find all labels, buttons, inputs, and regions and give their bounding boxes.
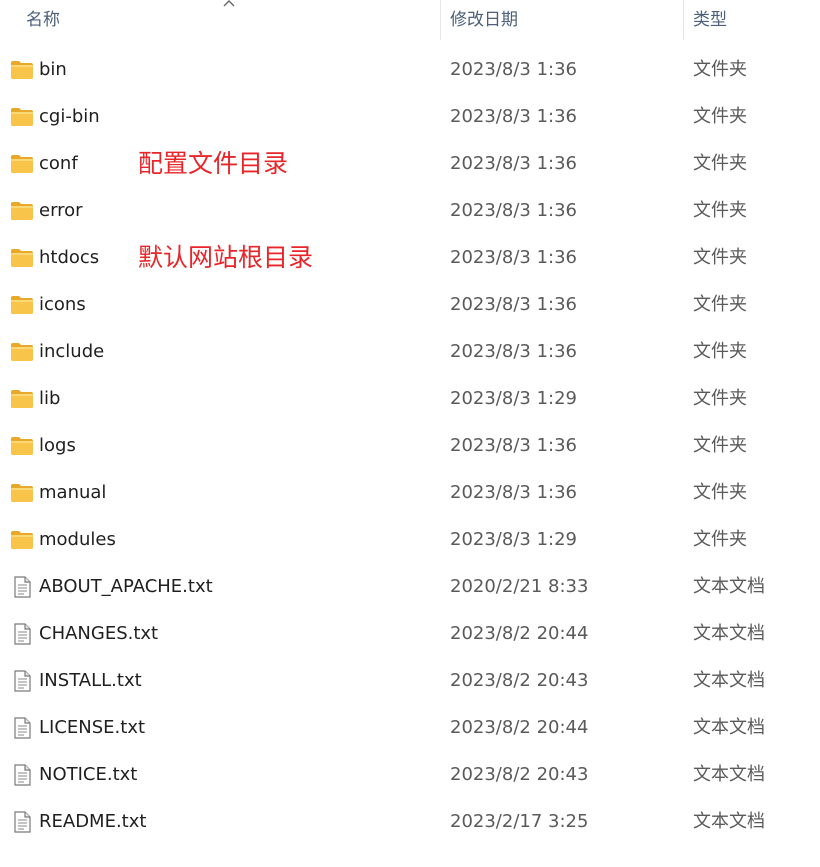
- file-row[interactable]: CHANGES.txt 2023/8/2 20:44 文本文档: [0, 610, 820, 657]
- folder-icon: [10, 341, 34, 363]
- sort-ascending-icon[interactable]: [222, 0, 236, 9]
- file-modified-date: 2023/8/3 1:29: [450, 388, 577, 409]
- file-name[interactable]: manual: [39, 469, 106, 516]
- file-name[interactable]: INSTALL.txt: [39, 657, 142, 704]
- file-type: 文件夹: [693, 106, 747, 127]
- file-row[interactable]: NOTICE.txt 2023/8/2 20:43 文本文档: [0, 751, 820, 798]
- file-modified-date: 2023/8/2 20:44: [450, 717, 589, 738]
- file-row[interactable]: icons 2023/8/3 1:36 文件夹: [0, 281, 820, 328]
- file-modified-date: 2023/8/3 1:36: [450, 341, 577, 362]
- column-header-name[interactable]: 名称: [26, 0, 60, 40]
- file-row[interactable]: ABOUT_APACHE.txt 2020/2/21 8:33 文本文档: [0, 563, 820, 610]
- file-modified-date: 2023/8/3 1:36: [450, 153, 577, 174]
- folder-icon: [10, 294, 34, 316]
- file-name[interactable]: modules: [39, 516, 116, 563]
- text-file-icon: [10, 717, 34, 739]
- file-name[interactable]: icons: [39, 281, 86, 328]
- file-modified-date: 2023/8/3 1:29: [450, 529, 577, 550]
- file-type: 文件夹: [693, 482, 747, 503]
- file-row[interactable]: cgi-bin 2023/8/3 1:36 文件夹: [0, 93, 820, 140]
- column-header-date[interactable]: 修改日期: [450, 0, 518, 40]
- file-row[interactable]: README.txt 2023/2/17 3:25 文本文档: [0, 798, 820, 845]
- file-type: 文件夹: [693, 247, 747, 268]
- folder-icon: [10, 529, 34, 551]
- file-name[interactable]: README.txt: [39, 798, 146, 845]
- folder-icon: [10, 482, 34, 504]
- file-name[interactable]: htdocs: [39, 234, 99, 281]
- file-type: 文件夹: [693, 341, 747, 362]
- file-modified-date: 2023/8/3 1:36: [450, 294, 577, 315]
- file-modified-date: 2023/8/3 1:36: [450, 200, 577, 221]
- file-type: 文件夹: [693, 59, 747, 80]
- file-type: 文件夹: [693, 200, 747, 221]
- file-type: 文本文档: [693, 670, 765, 691]
- file-modified-date: 2023/8/3 1:36: [450, 435, 577, 456]
- file-modified-date: 2023/8/2 20:43: [450, 764, 589, 785]
- column-divider[interactable]: [683, 0, 684, 40]
- text-file-icon: [10, 623, 34, 645]
- annotation-label: 默认网站根目录: [138, 243, 314, 272]
- file-type: 文本文档: [693, 717, 765, 738]
- file-list: bin 2023/8/3 1:36 文件夹 cgi-bin 2023/8/3 1:36 文…: [0, 46, 820, 845]
- column-header-bar: 名称 修改日期 类型: [0, 0, 820, 40]
- file-modified-date: 2020/2/21 8:33: [450, 576, 589, 597]
- file-type: 文本文档: [693, 764, 765, 785]
- text-file-icon: [10, 764, 34, 786]
- file-row[interactable]: error 2023/8/3 1:36 文件夹: [0, 187, 820, 234]
- file-type: 文本文档: [693, 623, 765, 644]
- file-type: 文本文档: [693, 576, 765, 597]
- file-row[interactable]: logs 2023/8/3 1:36 文件夹: [0, 422, 820, 469]
- file-row[interactable]: modules 2023/8/3 1:29 文件夹: [0, 516, 820, 563]
- file-modified-date: 2023/8/3 1:36: [450, 482, 577, 503]
- file-row[interactable]: conf 配置文件目录 2023/8/3 1:36 文件夹: [0, 140, 820, 187]
- file-type: 文件夹: [693, 435, 747, 456]
- folder-icon: [10, 200, 34, 222]
- file-row[interactable]: INSTALL.txt 2023/8/2 20:43 文本文档: [0, 657, 820, 704]
- file-name[interactable]: bin: [39, 46, 67, 93]
- file-name[interactable]: error: [39, 187, 83, 234]
- folder-icon: [10, 388, 34, 410]
- file-modified-date: 2023/8/3 1:36: [450, 106, 577, 127]
- text-file-icon: [10, 576, 34, 598]
- file-row[interactable]: htdocs 默认网站根目录 2023/8/3 1:36 文件夹: [0, 234, 820, 281]
- text-file-icon: [10, 670, 34, 692]
- folder-icon: [10, 435, 34, 457]
- file-name[interactable]: conf: [39, 140, 78, 187]
- file-type: 文本文档: [693, 811, 765, 832]
- file-row[interactable]: include 2023/8/3 1:36 文件夹: [0, 328, 820, 375]
- text-file-icon: [10, 811, 34, 833]
- file-modified-date: 2023/2/17 3:25: [450, 811, 589, 832]
- column-header-type[interactable]: 类型: [693, 0, 727, 40]
- file-name[interactable]: cgi-bin: [39, 93, 100, 140]
- column-divider[interactable]: [440, 0, 441, 40]
- file-type: 文件夹: [693, 153, 747, 174]
- folder-icon: [10, 106, 34, 128]
- file-modified-date: 2023/8/3 1:36: [450, 59, 577, 80]
- file-name[interactable]: LICENSE.txt: [39, 704, 145, 751]
- file-name[interactable]: lib: [39, 375, 60, 422]
- file-row[interactable]: LICENSE.txt 2023/8/2 20:44 文本文档: [0, 704, 820, 751]
- file-type: 文件夹: [693, 388, 747, 409]
- folder-icon: [10, 247, 34, 269]
- file-row[interactable]: bin 2023/8/3 1:36 文件夹: [0, 46, 820, 93]
- file-name[interactable]: ABOUT_APACHE.txt: [39, 563, 213, 610]
- file-name[interactable]: logs: [39, 422, 76, 469]
- file-row[interactable]: manual 2023/8/3 1:36 文件夹: [0, 469, 820, 516]
- file-name[interactable]: include: [39, 328, 104, 375]
- folder-icon: [10, 153, 34, 175]
- folder-icon: [10, 59, 34, 81]
- annotation-label: 配置文件目录: [138, 149, 289, 178]
- file-row[interactable]: lib 2023/8/3 1:29 文件夹: [0, 375, 820, 422]
- file-name[interactable]: NOTICE.txt: [39, 751, 137, 798]
- file-modified-date: 2023/8/2 20:44: [450, 623, 589, 644]
- file-modified-date: 2023/8/3 1:36: [450, 247, 577, 268]
- file-type: 文件夹: [693, 294, 747, 315]
- file-name[interactable]: CHANGES.txt: [39, 610, 158, 657]
- file-type: 文件夹: [693, 529, 747, 550]
- file-modified-date: 2023/8/2 20:43: [450, 670, 589, 691]
